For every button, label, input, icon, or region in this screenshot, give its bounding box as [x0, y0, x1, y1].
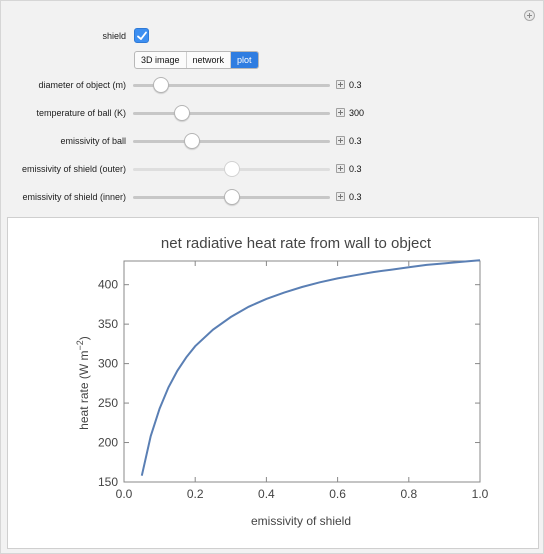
slider-knob[interactable]: [184, 133, 201, 149]
panel-options-icon[interactable]: [524, 10, 535, 21]
slider-knob[interactable]: [223, 161, 240, 177]
slider-expand-icon[interactable]: [336, 80, 345, 89]
slider-label: emissivity of shield (inner): [22, 192, 126, 202]
slider-expand-icon[interactable]: [336, 108, 345, 117]
checkmark-icon: [137, 31, 147, 40]
slider-value: 0.3: [349, 80, 362, 90]
y-axis-label-main: heat rate (W m: [77, 350, 91, 429]
y-tick-label: 200: [98, 436, 118, 450]
slider-label: temperature of ball (K): [36, 108, 126, 118]
y-tick-label: 300: [98, 357, 118, 371]
slider-expand-icon[interactable]: [336, 192, 345, 201]
y-tick-label: 250: [98, 396, 118, 410]
heat-rate-curve: [140, 259, 481, 476]
slider-value: 0.3: [349, 136, 362, 146]
y-tick-label: 350: [98, 317, 118, 331]
view-mode-network[interactable]: network: [187, 52, 232, 68]
heat-rate-chart: net radiative heat rate from wall to obj…: [75, 235, 489, 528]
y-axis-label-sup: −2: [75, 340, 85, 350]
y-axis-label-close: ): [77, 336, 91, 340]
y-axis-label: heat rate (W m−2): [75, 336, 91, 430]
slider-value: 0.3: [349, 192, 362, 202]
x-tick-label: 0.6: [329, 487, 346, 501]
manipulate-panel: shield 3D image network plot diameter of…: [0, 0, 544, 554]
slider-expand-icon[interactable]: [336, 136, 345, 145]
y-tick-label: 400: [98, 278, 118, 292]
slider-expand-icon[interactable]: [336, 164, 345, 173]
x-axis-label: emissivity of shield: [251, 514, 351, 528]
slider-track[interactable]: [133, 140, 330, 143]
shield-checkbox[interactable]: [134, 28, 149, 43]
slider-value: 0.3: [349, 164, 362, 174]
slider-label: emissivity of ball: [60, 136, 126, 146]
slider-knob[interactable]: [152, 77, 169, 93]
x-tick-label: 0.2: [187, 487, 204, 501]
view-mode-plot[interactable]: plot: [231, 52, 258, 68]
slider-label: diameter of object (m): [38, 80, 126, 90]
x-tick-label: 0.8: [400, 487, 417, 501]
view-mode-3d-image[interactable]: 3D image: [135, 52, 187, 68]
slider-value: 300: [349, 108, 365, 118]
x-tick-label: 1.0: [472, 487, 489, 501]
plot-area: net radiative heat rate from wall to obj…: [7, 217, 539, 549]
view-mode-selector[interactable]: 3D image network plot: [134, 51, 259, 69]
x-tick-label: 0.4: [258, 487, 275, 501]
x-tick-label: 0.0: [116, 487, 133, 501]
chart-title: net radiative heat rate from wall to obj…: [161, 235, 432, 252]
slider-knob[interactable]: [223, 189, 240, 205]
shield-label: shield: [102, 31, 126, 41]
y-tick-label: 150: [98, 475, 118, 489]
slider-track[interactable]: [133, 112, 330, 115]
slider-knob[interactable]: [174, 105, 191, 121]
slider-label: emissivity of shield (outer): [21, 164, 126, 174]
